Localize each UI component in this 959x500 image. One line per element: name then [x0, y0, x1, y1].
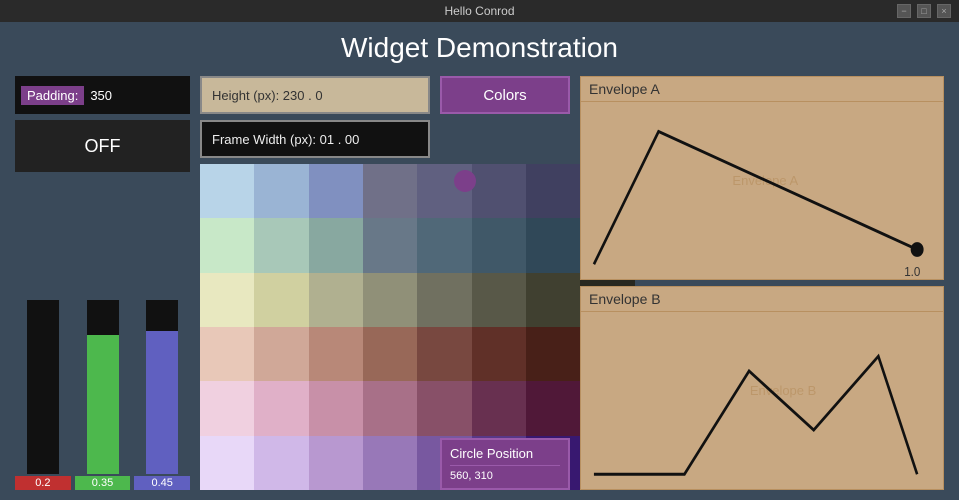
envelope-b-svg	[581, 312, 943, 489]
padding-label: Padding:	[21, 86, 84, 105]
off-button[interactable]: OFF	[15, 120, 190, 172]
circle-dot	[454, 170, 476, 192]
color-grid	[200, 164, 430, 490]
main-content: Widget Demonstration Padding: 350 OFF 0.…	[0, 22, 959, 500]
sliders-row: 0.2 0.35 0.45	[15, 178, 190, 490]
envelope-b-box: Envelope B Envelope B	[580, 286, 944, 490]
padding-widget: Padding: 350	[15, 76, 190, 114]
slider-3-track[interactable]	[146, 300, 178, 474]
widgets-row: Padding: 350 OFF 0.2 0.35	[15, 76, 944, 490]
svg-text:1.0: 1.0	[904, 264, 920, 279]
frame-width-label: Frame Width (px): 01 . 00	[212, 132, 359, 147]
color-cell-2[interactable]	[309, 164, 363, 218]
color-cell-24[interactable]	[200, 327, 254, 381]
maximize-button[interactable]: □	[917, 4, 931, 18]
height-field[interactable]: Height (px): 230 . 0	[200, 76, 430, 114]
envelope-a-canvas: Envelope A 1.0	[581, 102, 943, 279]
column-4: Envelope A Envelope A 1.0 Envelope B Env…	[580, 76, 944, 490]
circle-position-value: 560, 310	[450, 465, 560, 482]
color-cell-27[interactable]	[363, 327, 417, 381]
slider-3-fill	[146, 331, 178, 474]
slider-1-fill	[27, 331, 59, 474]
color-cell-43[interactable]	[363, 436, 417, 490]
envelope-a-header: Envelope A	[581, 77, 943, 102]
slider-1[interactable]: 0.2	[15, 300, 71, 490]
color-cell-32[interactable]	[200, 381, 254, 435]
slider-2-fill	[87, 335, 119, 474]
envelope-a-box: Envelope A Envelope A 1.0	[580, 76, 944, 280]
color-cell-42[interactable]	[309, 436, 363, 490]
slider-2[interactable]: 0.35	[75, 300, 131, 490]
color-cell-8[interactable]	[200, 218, 254, 272]
slider-1-track[interactable]	[27, 300, 59, 474]
color-cell-33[interactable]	[254, 381, 308, 435]
padding-value: 350	[90, 88, 112, 103]
close-button[interactable]: ×	[937, 4, 951, 18]
color-cell-3[interactable]	[363, 164, 417, 218]
color-cell-35[interactable]	[363, 381, 417, 435]
color-cell-25[interactable]	[254, 327, 308, 381]
color-cell-18[interactable]	[309, 273, 363, 327]
slider-2-value: 0.35	[75, 476, 131, 490]
column-3: Colors Circle Position 560, 310	[440, 76, 570, 490]
column-1: Padding: 350 OFF 0.2 0.35	[15, 76, 190, 490]
window-controls[interactable]: − □ ×	[897, 4, 951, 18]
height-label: Height (px): 230 . 0	[212, 88, 323, 103]
color-cell-26[interactable]	[309, 327, 363, 381]
minimize-button[interactable]: −	[897, 4, 911, 18]
color-cell-17[interactable]	[254, 273, 308, 327]
color-cell-34[interactable]	[309, 381, 363, 435]
color-cell-40[interactable]	[200, 436, 254, 490]
color-cell-19[interactable]	[363, 273, 417, 327]
color-cell-1[interactable]	[254, 164, 308, 218]
colors-button[interactable]: Colors	[440, 76, 570, 114]
circle-position-box: Circle Position 560, 310	[440, 438, 570, 490]
color-cell-10[interactable]	[309, 218, 363, 272]
page-title: Widget Demonstration	[15, 32, 944, 64]
title-bar: Hello Conrod − □ ×	[0, 0, 959, 22]
color-cell-11[interactable]	[363, 218, 417, 272]
envelope-a-svg: 1.0	[581, 102, 943, 279]
circle-position-label: Circle Position	[450, 446, 560, 461]
slider-2-track[interactable]	[87, 300, 119, 474]
envelope-b-header: Envelope B	[581, 287, 943, 312]
column-2: Height (px): 230 . 0 Frame Width (px): 0…	[200, 76, 430, 490]
envelope-b-canvas: Envelope B	[581, 312, 943, 489]
window-title: Hello Conrod	[444, 4, 514, 18]
frame-width-field[interactable]: Frame Width (px): 01 . 00	[200, 120, 430, 158]
color-cell-9[interactable]	[254, 218, 308, 272]
color-cell-41[interactable]	[254, 436, 308, 490]
slider-1-value: 0.2	[15, 476, 71, 490]
color-cell-16[interactable]	[200, 273, 254, 327]
slider-3[interactable]: 0.45	[134, 300, 190, 490]
color-cell-0[interactable]	[200, 164, 254, 218]
slider-3-value: 0.45	[134, 476, 190, 490]
circle-container: Circle Position 560, 310	[440, 122, 570, 490]
